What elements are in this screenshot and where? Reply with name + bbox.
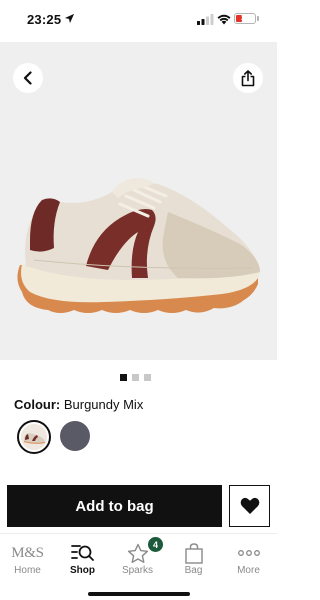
ms-logo-text: M&S [11,544,44,561]
tab-shop[interactable]: Shop [55,540,110,580]
sneaker-product-photo [17,178,260,313]
swatch-burgundy-image [21,424,47,450]
home-indicator [88,592,190,596]
share-button[interactable] [233,63,263,93]
pager-dot-active[interactable] [120,374,127,381]
pager-dot[interactable] [132,374,139,381]
more-dots-icon [221,542,276,564]
chevron-left-icon [23,71,32,85]
tab-label-shop: Shop [70,565,95,576]
colour-swatch-grey[interactable] [60,421,90,451]
sneaker-thumbnail [21,424,47,450]
status-bar: 23:25 20 [0,0,277,42]
battery-icon: 20 [234,13,256,24]
tab-more[interactable]: More [221,540,276,580]
share-icon [241,69,255,86]
tab-label-more: More [237,565,260,576]
tab-bag[interactable]: Bag [166,540,221,580]
colour-label: Colour: [14,397,61,412]
favourite-button[interactable] [229,485,270,527]
ms-logo-icon: M&S [0,542,55,564]
tab-label-sparks: Sparks [121,565,154,576]
sparks-badge: 4 [148,537,163,552]
add-to-bag-button[interactable]: Add to bag [7,485,222,527]
location-arrow-icon [64,13,75,24]
search-list-icon [55,542,110,564]
colour-selection-label: Colour: Burgundy Mix [14,397,143,412]
tab-label-bag: Bag [184,565,203,576]
signal-icon [197,14,214,25]
bottom-tab-bar: M&S Home Shop Sparks Bag More 4 [0,533,277,600]
pager-dot[interactable] [144,374,151,381]
image-pager [120,374,151,381]
status-time: 23:25 [27,12,62,27]
product-image-carousel[interactable] [0,42,277,360]
back-button[interactable] [13,63,43,93]
colour-swatch-burgundy-mix[interactable] [17,420,51,454]
tab-home[interactable]: M&S Home [0,540,55,580]
bag-icon [166,542,221,564]
tab-label-home: Home [14,565,41,576]
battery-cap [257,16,259,21]
colour-value: Burgundy Mix [63,397,144,412]
heart-icon [240,497,259,514]
battery-level: 20 [241,15,249,22]
wifi-icon [217,14,231,25]
